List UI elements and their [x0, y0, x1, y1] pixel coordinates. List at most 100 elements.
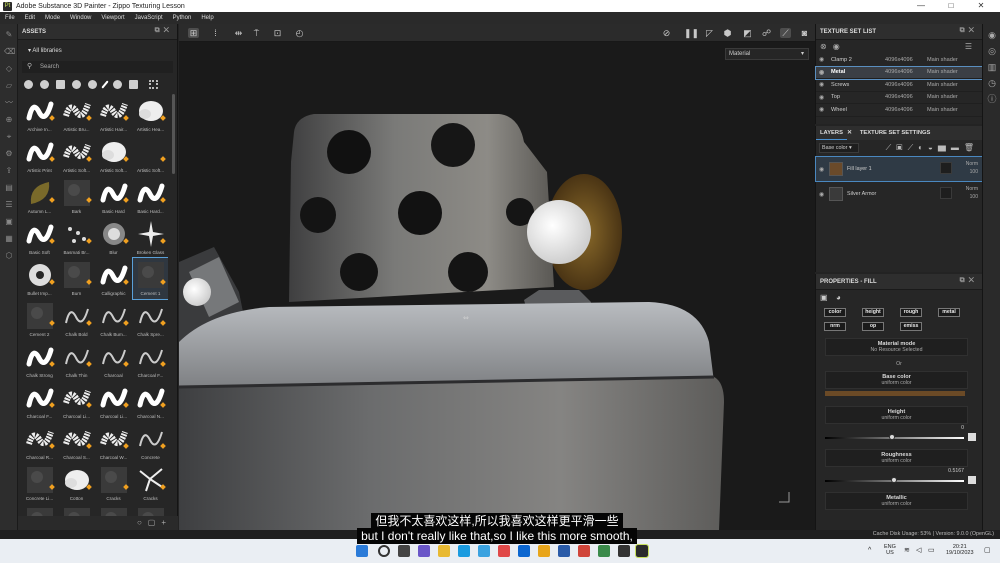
channel-color-chip[interactable]: color: [824, 308, 846, 317]
height-value[interactable]: 0: [961, 425, 964, 431]
asset-tile[interactable]: Charcoal W...: [96, 422, 131, 463]
texture-set-resolution[interactable]: 4096x4096: [885, 69, 927, 75]
asset-tile[interactable]: Blur: [96, 217, 131, 258]
grid-view-icon[interactable]: [149, 79, 158, 89]
menu-mode[interactable]: Mode: [40, 15, 65, 21]
clock[interactable]: 20:21 19/10/2023: [946, 544, 974, 556]
asset-tile[interactable]: Artistic Soft...: [133, 135, 168, 176]
menu-help[interactable]: Help: [196, 15, 218, 21]
channel-emiss-chip[interactable]: emiss: [900, 322, 922, 331]
smudge-icon[interactable]: 〰: [4, 99, 14, 107]
log-icon[interactable]: ▦: [4, 235, 14, 243]
channel-op-chip[interactable]: op: [862, 322, 884, 331]
texture-set-shader[interactable]: Main shader: [927, 107, 958, 113]
texture-set-shader[interactable]: Main shader: [927, 69, 958, 75]
material-sphere-icon[interactable]: ◕: [836, 293, 841, 302]
tray-chevron-icon[interactable]: ^: [868, 547, 871, 554]
pivot-icon[interactable]: ⍑: [251, 28, 262, 38]
notification-icon[interactable]: ▢: [984, 547, 991, 554]
dot-grid-icon[interactable]: ⁞: [210, 28, 221, 38]
view-3d-icon[interactable]: ⬢: [722, 28, 733, 38]
random-seed-icon[interactable]: [968, 433, 976, 441]
screenshot-camera-icon[interactable]: ◙: [799, 28, 810, 38]
filter-smart-materials-icon[interactable]: [40, 79, 49, 89]
asset-tile[interactable]: Chalk Bold: [59, 299, 94, 340]
channel-metal-chip[interactable]: metal: [938, 308, 960, 317]
texture-set-row[interactable]: ◉ Top 4096x4096 Main shader: [816, 92, 982, 104]
texture-set-resolution[interactable]: 4096x4096: [885, 94, 927, 100]
layer-blend[interactable]: Norm 100: [966, 160, 978, 176]
asset-tile[interactable]: Artistic Print: [22, 135, 57, 176]
cube-icon[interactable]: ⬡: [4, 252, 14, 260]
battery-icon[interactable]: ▭: [928, 547, 935, 554]
asset-tile[interactable]: Charcoal N...: [133, 381, 168, 422]
layer-name[interactable]: Fill layer 1: [847, 166, 872, 172]
chat-icon[interactable]: [418, 545, 430, 557]
texture-set-shader[interactable]: Main shader: [927, 57, 958, 63]
projection-icon[interactable]: ◇: [4, 65, 14, 73]
iray-icon[interactable]: ☍: [761, 28, 772, 38]
task-view-icon[interactable]: [398, 545, 410, 557]
asset-tile[interactable]: Charcoal S...: [59, 422, 94, 463]
menu-icon[interactable]: ☰: [965, 40, 978, 54]
asset-tile[interactable]: Chalk Thin: [59, 340, 94, 381]
tab-layers-close-icon[interactable]: ✕: [847, 126, 856, 140]
texture-set-row[interactable]: ◉ Metal 4096x4096 Main shader: [815, 65, 983, 80]
height-slider-knob[interactable]: [888, 434, 895, 440]
asset-tile[interactable]: Artistic Soft...: [59, 135, 94, 176]
texture-set-row[interactable]: ◉ Clamp 2 4096x4096 Main shader: [816, 54, 982, 67]
display-mode-icon[interactable]: ◩: [742, 28, 753, 38]
properties-icon[interactable]: ▥: [987, 62, 997, 72]
layer-mask-slot[interactable]: [940, 187, 952, 199]
visibility-eye-icon[interactable]: ◉: [819, 166, 829, 173]
roughness-slider[interactable]: 0.5167: [825, 468, 976, 486]
panel-float-close-icons[interactable]: ⧉✕: [960, 27, 978, 35]
file-explorer-icon[interactable]: [438, 545, 450, 557]
asset-tile[interactable]: Calligraphic: [96, 258, 131, 299]
visibility-eye-icon[interactable]: ◉: [819, 94, 829, 101]
channel-height-chip[interactable]: height: [862, 308, 884, 317]
asset-tile[interactable]: Charcoal F...: [22, 381, 57, 422]
asset-tile[interactable]: Archive In...: [22, 94, 57, 135]
asset-tile[interactable]: Basmati Br...: [59, 217, 94, 258]
layers-panel-icon[interactable]: ◎: [987, 46, 997, 56]
close-button[interactable]: ✕: [966, 0, 996, 12]
history-icon[interactable]: ◴: [294, 28, 305, 38]
asset-tile[interactable]: Charcoal Li...: [59, 381, 94, 422]
edge-browser-icon[interactable]: [458, 545, 470, 557]
app-icon[interactable]: [558, 545, 570, 557]
filter-environments-icon[interactable]: [129, 79, 138, 89]
layer-tool-icons[interactable]: ⟋▣⟋◐◒▆▬🗑: [886, 143, 979, 153]
filter-filters-icon[interactable]: [72, 79, 81, 89]
base-color-swatch[interactable]: [825, 391, 965, 396]
base-color-box[interactable]: Base color uniform color: [825, 371, 968, 389]
substance-painter-taskbar-icon[interactable]: [635, 544, 649, 558]
asset-tile[interactable]: Cracks: [96, 463, 131, 504]
store-icon[interactable]: [478, 545, 490, 557]
texture-set-row[interactable]: ◉ Screws 4096x4096 Main shader: [816, 79, 982, 92]
layer-row[interactable]: ◉ Silver Armor Norm 100: [816, 182, 982, 206]
visibility-eye-icon[interactable]: ◉: [819, 56, 829, 63]
asset-tile[interactable]: Chalk Spre...: [133, 299, 168, 340]
asset-tile[interactable]: Bark: [59, 176, 94, 217]
history-panel-icon[interactable]: ◷: [987, 78, 997, 88]
filter-brushes-icon[interactable]: [101, 79, 109, 89]
tab-texture-set-settings[interactable]: TEXTURE SET SETTINGS: [856, 126, 935, 140]
asset-tile[interactable]: Broken Glass: [133, 217, 168, 258]
display-settings-icon[interactable]: ▣: [4, 218, 14, 226]
assets-scrollbar[interactable]: [172, 94, 175, 174]
asset-tile[interactable]: Concrete: [133, 422, 168, 463]
paint-brush-icon[interactable]: ✎: [4, 31, 14, 39]
texture-set-resolution[interactable]: 4096x4096: [885, 107, 927, 113]
speaker-icon[interactable]: ◁: [916, 547, 921, 554]
3d-viewport[interactable]: ⇔ Material ▾ 但我不太喜欢这样,所以我喜欢这样更平滑一些: [179, 42, 815, 530]
filter-materials-icon[interactable]: [24, 79, 33, 89]
texture-set-row[interactable]: ◉ Wheel 4096x4096 Main shader: [816, 104, 982, 117]
wifi-icon[interactable]: ≋: [904, 547, 910, 554]
asset-tile[interactable]: Charcoal Li...: [96, 381, 131, 422]
channel-nrm-chip[interactable]: nrm: [824, 322, 846, 331]
menu-python[interactable]: Python: [168, 15, 197, 21]
export-icon[interactable]: ⇪: [4, 167, 14, 175]
filter-particles-icon[interactable]: [113, 79, 122, 89]
texture-set-shader[interactable]: Main shader: [927, 82, 958, 88]
